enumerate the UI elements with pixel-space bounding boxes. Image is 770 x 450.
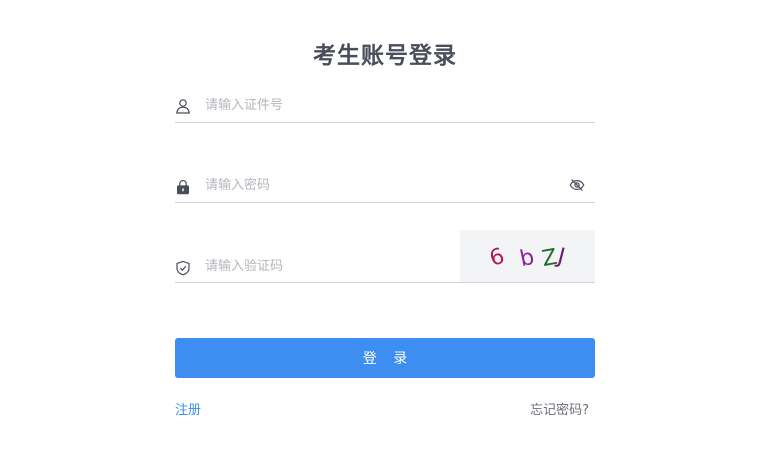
password-input[interactable] [205, 175, 555, 195]
page-title: 考生账号登录 [313, 43, 457, 69]
password-field [175, 170, 595, 203]
svg-text:6: 6 [487, 244, 508, 272]
account-field [175, 90, 595, 123]
shield-check-icon [175, 260, 191, 276]
register-link[interactable]: 注册 [175, 399, 201, 418]
login-button[interactable]: 登 录 [175, 338, 595, 378]
forgot-password-link[interactable]: 忘记密码? [530, 399, 589, 418]
svg-text:b: b [518, 245, 537, 272]
user-icon [175, 98, 191, 114]
captcha-field: 6 b Z J [175, 230, 595, 283]
login-page: 考生账号登录 请输入证件号 请输入验证码 6 b Z J 登 录 注册 忘记密码… [0, 0, 770, 450]
lock-icon [175, 179, 191, 195]
captcha-input[interactable] [205, 256, 445, 276]
captcha-image[interactable]: 6 b Z J [460, 230, 595, 282]
eye-off-icon[interactable] [569, 177, 585, 193]
captcha-glyphs: 6 b Z J [487, 243, 568, 272]
account-input[interactable] [205, 95, 585, 115]
